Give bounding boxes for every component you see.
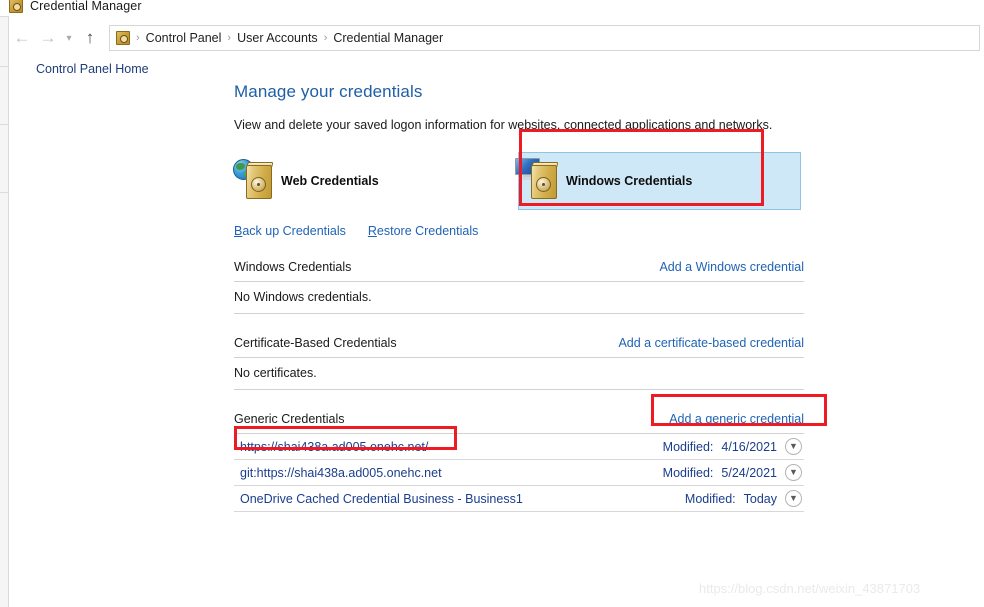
page-description: View and delete your saved logon informa… bbox=[234, 118, 773, 132]
credential-modified-value: 4/16/2021 bbox=[721, 439, 777, 454]
vault-icon bbox=[116, 31, 130, 45]
credential-name: git:https://shai438a.ad005.onehc.net bbox=[240, 465, 442, 480]
credential-name: OneDrive Cached Credential Business - Bu… bbox=[240, 491, 523, 506]
windows-credentials-button[interactable]: Windows Credentials bbox=[515, 152, 801, 210]
section-certificate-based-credentials: Certificate-Based Credentials Add a cert… bbox=[234, 336, 804, 390]
credential-modified-label: Modified: bbox=[662, 465, 714, 480]
divider bbox=[234, 389, 804, 390]
section-title: Certificate-Based Credentials bbox=[234, 336, 397, 350]
breadcrumb-separator: › bbox=[136, 32, 140, 44]
main-content: Manage your credentials View and delete … bbox=[225, 58, 984, 607]
section-title: Windows Credentials bbox=[234, 260, 352, 274]
breadcrumb[interactable]: › Control Panel › User Accounts › Creden… bbox=[109, 25, 980, 51]
sidebar: Control Panel Home bbox=[10, 58, 225, 607]
web-credentials-label: Web Credentials bbox=[281, 174, 379, 188]
credential-modified-value: Today bbox=[743, 491, 777, 506]
arrow-up-icon[interactable]: ↑ bbox=[77, 25, 103, 51]
vault-icon bbox=[9, 0, 23, 13]
navigation-bar: ← → ▾ ↑ › Control Panel › User Accounts … bbox=[9, 22, 984, 54]
credential-modified-label: Modified: bbox=[662, 439, 714, 454]
credential-row[interactable]: OneDrive Cached Credential Business - Bu… bbox=[234, 486, 804, 512]
breadcrumb-item-user-accounts[interactable]: User Accounts bbox=[237, 31, 318, 45]
credential-type-chooser: Web Credentials Windows Credentials bbox=[225, 146, 984, 214]
add-a-generic-credential-link[interactable]: Add a generic credential bbox=[669, 412, 804, 426]
back-up-credentials-link[interactable]: Back up Credentials bbox=[234, 224, 346, 238]
windows-credentials-label: Windows Credentials bbox=[566, 174, 693, 188]
window-title: Credential Manager bbox=[30, 0, 142, 13]
arrow-left-icon[interactable]: ← bbox=[9, 25, 35, 51]
chevron-down-icon[interactable]: ▾ bbox=[61, 25, 77, 51]
add-a-certificate-based-credential-link[interactable]: Add a certificate-based credential bbox=[618, 336, 804, 350]
restore-credentials-link[interactable]: Restore Credentials bbox=[368, 224, 478, 238]
section-windows-credentials: Windows Credentials Add a Windows creden… bbox=[234, 260, 804, 314]
section-generic-credentials: Generic Credentials Add a generic creden… bbox=[234, 412, 804, 512]
windows-credentials-icon bbox=[515, 158, 561, 201]
access-key: R bbox=[367, 224, 377, 238]
web-credentials-button[interactable]: Web Credentials bbox=[233, 152, 389, 210]
watermark: https://blog.csdn.net/weixin_43871703 bbox=[699, 581, 921, 596]
page-title: Manage your credentials bbox=[234, 82, 423, 101]
empty-state-text: No certificates. bbox=[234, 366, 317, 380]
add-a-windows-credential-link[interactable]: Add a Windows credential bbox=[659, 260, 804, 274]
credential-action-links: Back up Credentials Restore Credentials bbox=[234, 224, 984, 238]
arrow-right-icon[interactable]: → bbox=[35, 25, 61, 51]
window-left-edge bbox=[0, 16, 9, 607]
breadcrumb-item-control-panel[interactable]: Control Panel bbox=[146, 31, 222, 45]
chevron-down-icon[interactable]: ▼ bbox=[785, 490, 802, 507]
web-credentials-icon bbox=[233, 159, 276, 201]
section-title: Generic Credentials bbox=[234, 412, 345, 426]
credential-row[interactable]: git:https://shai438a.ad005.onehc.net Mod… bbox=[234, 460, 804, 486]
credential-manager-window: Credential Manager ← → ▾ ↑ › Control Pan… bbox=[0, 0, 984, 607]
divider bbox=[234, 313, 804, 314]
link-text: estore Credentials bbox=[376, 224, 479, 238]
credential-name: https://shai438a.ad005.onehc.net/ bbox=[240, 439, 429, 454]
credential-modified-label: Modified: bbox=[684, 491, 736, 506]
chevron-down-icon[interactable]: ▼ bbox=[785, 438, 802, 455]
title-bar: Credential Manager bbox=[0, 0, 984, 16]
credential-row[interactable]: https://shai438a.ad005.onehc.net/ Modifi… bbox=[234, 434, 804, 460]
breadcrumb-separator: › bbox=[227, 32, 232, 44]
breadcrumb-separator: › bbox=[323, 32, 328, 44]
empty-state-text: No Windows credentials. bbox=[234, 290, 372, 304]
chevron-down-icon[interactable]: ▼ bbox=[785, 464, 802, 481]
sidebar-item-control-panel-home[interactable]: Control Panel Home bbox=[10, 58, 225, 80]
link-text: ack up Credentials bbox=[242, 224, 346, 238]
breadcrumb-item-credential-manager[interactable]: Credential Manager bbox=[333, 31, 443, 45]
credential-modified-value: 5/24/2021 bbox=[721, 465, 777, 480]
